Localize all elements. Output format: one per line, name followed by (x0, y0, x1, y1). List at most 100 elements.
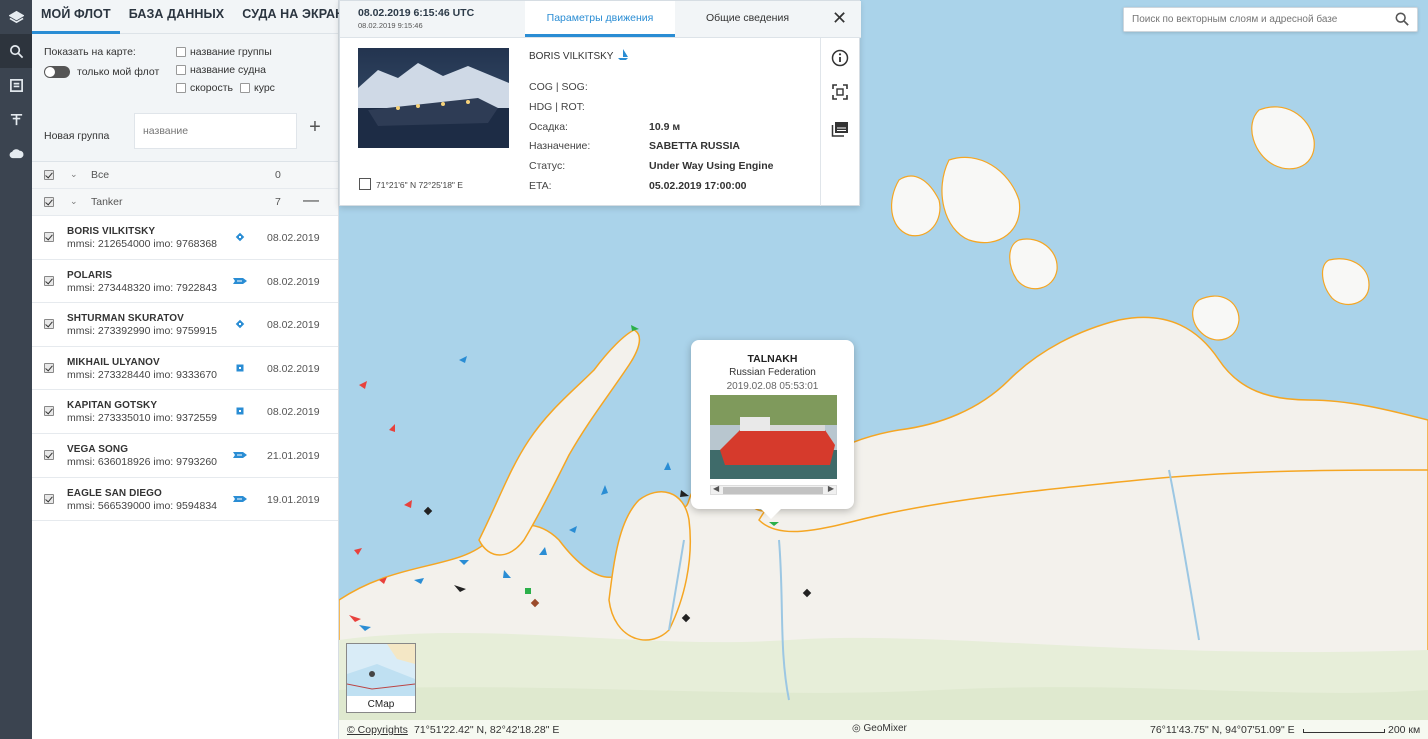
vessel-photo (358, 48, 509, 148)
group-row-tanker[interactable]: ⌄ Tanker 7 — (32, 189, 338, 216)
search-fleet-button[interactable] (0, 34, 32, 68)
group-row-all[interactable]: ⌄ Все 0 (32, 162, 338, 189)
gallery-icon[interactable] (831, 120, 849, 138)
geomixer-label: GeoMixer (863, 723, 907, 734)
group-count: 7 (275, 196, 281, 208)
popup-image-scrollbar[interactable]: ◀ ▶ (710, 484, 837, 495)
vessel-popup: TALNAKH Russian Federation 2019.02.08 05… (691, 340, 854, 519)
field-label: Статус: (529, 160, 566, 173)
popup-date: 2019.02.08 05:53:01 (726, 381, 819, 392)
tools-button[interactable] (0, 102, 32, 136)
field-value: 10.9 м (649, 120, 681, 133)
search-input[interactable] (1124, 8, 1384, 31)
tab-motion-params[interactable]: Параметры движения (525, 1, 675, 37)
ship-arrow-icon[interactable] (232, 448, 248, 462)
cmap-label: CMap (367, 699, 395, 710)
vessel-checkbox[interactable] (44, 493, 54, 504)
scale-label: 200 км (1388, 724, 1421, 736)
option-ship-name-checkbox[interactable] (176, 65, 186, 75)
vessel-checkbox[interactable] (44, 275, 54, 286)
vessel-row[interactable]: BORIS VILKITSKY mmsi: 212654000 imo: 9768… (32, 216, 338, 260)
add-group-button[interactable]: + (304, 116, 326, 139)
tab-general-info[interactable]: Общие сведения (675, 1, 820, 37)
field-label: HDG | ROT: (529, 100, 585, 113)
vessel-row[interactable]: VEGA SONG mmsi: 636018926 imo: 9793260 21.… (32, 433, 338, 478)
diamond-icon[interactable] (232, 230, 248, 244)
vessel-name: SHTURMAN SKURATOV (67, 313, 184, 325)
field-label: ETA: (529, 180, 552, 192)
layers-icon (8, 10, 24, 23)
new-group-row: Новая группа + (32, 106, 338, 162)
option-speed-checkbox[interactable] (176, 83, 186, 93)
option-ship-name-label: название судна (190, 64, 266, 76)
group-name: Все (91, 169, 110, 181)
vessel-row[interactable]: EAGLE SAN DIEGO mmsi: 566539000 imo: 9594… (32, 477, 338, 522)
group-checkbox[interactable] (44, 170, 54, 180)
tab-database[interactable]: БАЗА ДАННЫХ (120, 0, 234, 34)
list-icon (9, 78, 23, 92)
scroll-thumb[interactable] (723, 487, 823, 494)
only-my-fleet-toggle[interactable] (44, 66, 70, 78)
vessel-row[interactable]: SHTURMAN SKURATOV mmsi: 273392990 imo: 97… (32, 303, 338, 347)
vessel-checkbox[interactable] (44, 319, 54, 330)
new-group-name-input[interactable] (134, 113, 297, 149)
vessel-ids: mmsi: 566539000 imo: 9594834 (67, 499, 218, 512)
vessel-row[interactable]: MIKHAIL ULYANOV mmsi: 273328440 imo: 9333… (32, 346, 338, 391)
sailboat-icon (618, 49, 628, 60)
copyrights-link[interactable]: © Copyrights (347, 724, 408, 736)
vessel-checkbox[interactable] (44, 362, 54, 373)
vessel-checkbox[interactable] (44, 449, 54, 460)
field-label: COG | SOG: (529, 81, 588, 93)
vessel-date: 08.02.2019 (267, 406, 320, 419)
tab-my-fleet[interactable]: МОЙ ФЛОТ (32, 0, 120, 34)
diamond-icon[interactable] (232, 317, 248, 331)
timestamp-utc: 08.02.2019 6:15:46 UTC (358, 7, 475, 19)
cloud-icon (9, 148, 23, 158)
group-count: 0 (275, 169, 281, 181)
scroll-right-icon[interactable]: ▶ (828, 484, 834, 493)
option-group-name-checkbox[interactable] (176, 47, 186, 57)
vessel-row[interactable]: KAPITAN GOTSKY mmsi: 273335010 imo: 93725… (32, 390, 338, 434)
chevron-down-icon[interactable]: ⌄ (70, 196, 78, 207)
option-speed-label: скорость (190, 82, 234, 94)
card-header: 08.02.2019 6:15:46 UTC 08.02.2019 9:15:4… (340, 1, 861, 38)
collapse-group-button[interactable]: — (303, 192, 319, 210)
vessel-name: MIKHAIL ULYANOV (67, 356, 160, 368)
chevron-down-icon[interactable]: ⌄ (70, 169, 78, 180)
field-label: Назначение: (529, 140, 591, 153)
vessel-checkbox[interactable] (44, 232, 54, 242)
close-icon[interactable]: ✕ (832, 8, 847, 29)
list-button[interactable] (0, 68, 32, 102)
info-icon[interactable] (831, 49, 849, 67)
layers-button[interactable] (0, 0, 32, 34)
cmap-layer-switch[interactable]: CMap (346, 643, 416, 713)
ship-arrow-icon[interactable] (232, 274, 248, 288)
vessel-name: POLARIS (67, 269, 113, 281)
search-box[interactable] (1123, 7, 1418, 32)
weather-button[interactable] (0, 136, 32, 170)
option-group-name-label: название группы (190, 46, 272, 58)
focus-frame-icon[interactable] (831, 83, 849, 101)
option-course-checkbox[interactable] (240, 83, 250, 93)
coordinates-icon[interactable] (359, 178, 371, 190)
display-options: Показать на карте: только мой флот назва… (32, 34, 338, 106)
geomixer-logo: ◎ GeoMixer (852, 723, 907, 734)
square-icon[interactable] (232, 404, 248, 418)
vessel-list: BORIS VILKITSKY mmsi: 212654000 imo: 9768… (32, 216, 338, 522)
vessel-date: 08.02.2019 (267, 232, 320, 244)
vessel-date: 08.02.2019 (267, 362, 320, 375)
vessel-info-card: 08.02.2019 6:15:46 UTC 08.02.2019 9:15:4… (339, 0, 861, 206)
vessel-ids: mmsi: 273392990 imo: 9759915 (67, 325, 218, 338)
scroll-left-icon[interactable]: ◀ (713, 484, 719, 493)
ship-arrow-icon[interactable] (232, 492, 248, 506)
search-icon[interactable] (1395, 12, 1409, 26)
search-ship-icon (9, 44, 23, 58)
popup-country: Russian Federation (729, 367, 816, 378)
vessel-date: 08.02.2019 (267, 319, 320, 332)
square-icon[interactable] (232, 361, 248, 375)
scale-bar (1303, 729, 1385, 733)
vessel-row[interactable]: POLARIS mmsi: 273448320 imo: 7922843 08.02… (32, 259, 338, 304)
group-checkbox[interactable] (44, 197, 54, 207)
vessel-checkbox[interactable] (44, 406, 54, 417)
center-coordinates: 76°11'43.75" N, 94°07'51.09" E (1150, 724, 1295, 736)
